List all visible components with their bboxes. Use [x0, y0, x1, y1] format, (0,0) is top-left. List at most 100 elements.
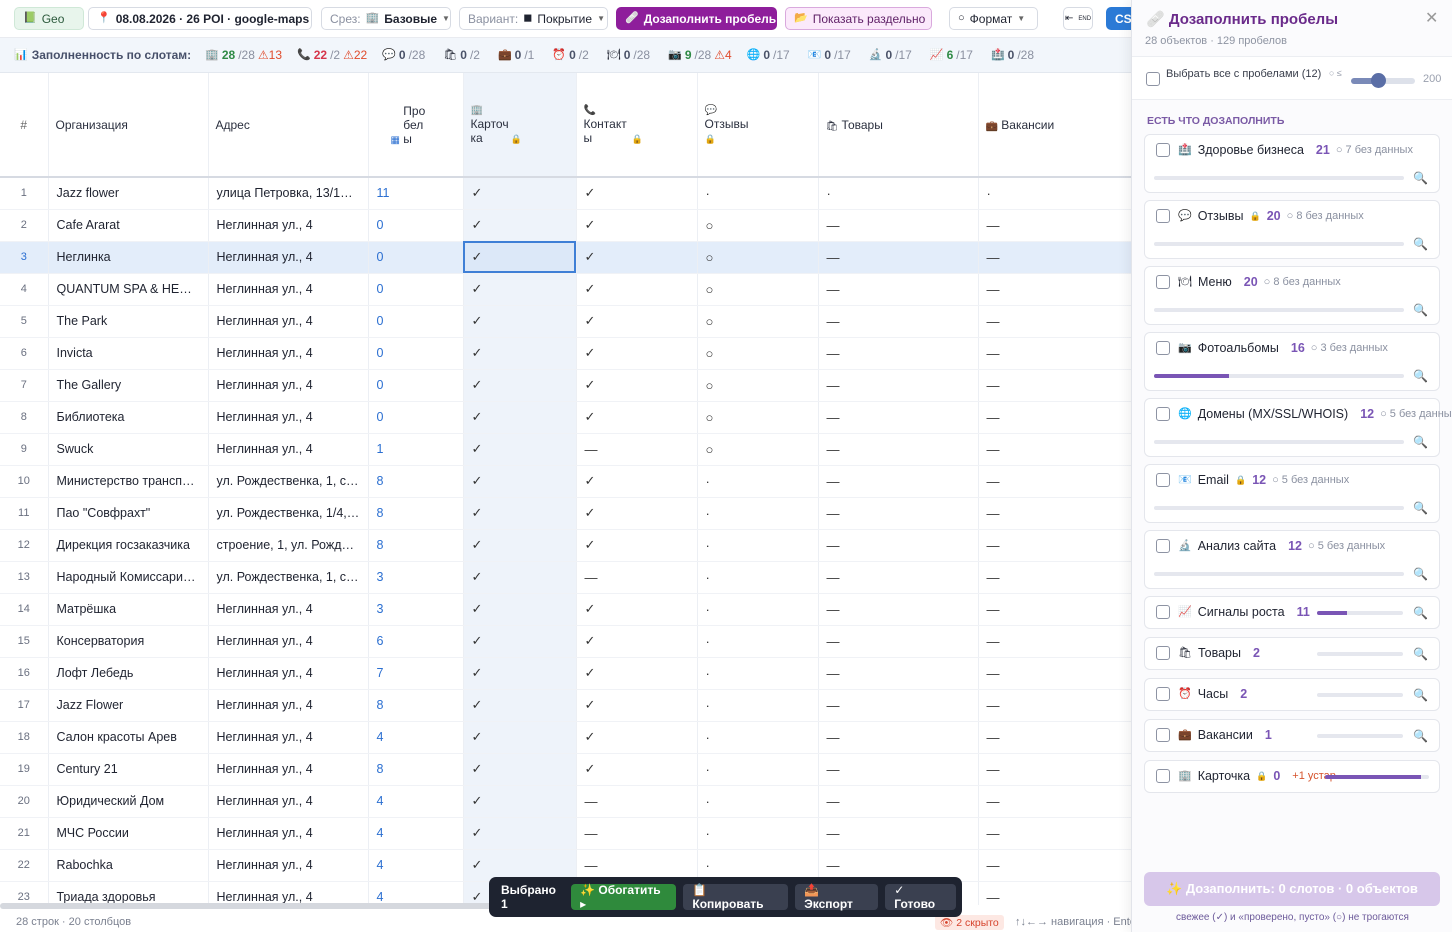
search-icon[interactable]: 🔍	[1413, 237, 1428, 251]
cell-org-name[interactable]: Swuck	[48, 433, 209, 466]
cell-jobs-status[interactable]: —	[978, 369, 1131, 402]
cell-reviews-status[interactable]: ○	[697, 369, 819, 402]
cell-reviews-status[interactable]: ○	[697, 241, 819, 274]
cell-card-status[interactable]: ✓	[463, 433, 577, 466]
cell-jobs-status[interactable]: —	[978, 625, 1131, 658]
cell-org-name[interactable]: Century 21	[48, 753, 209, 786]
search-icon[interactable]: 🔍	[1413, 647, 1428, 661]
cell-address[interactable]: Неглинная ул., 4	[208, 433, 369, 466]
cell-address[interactable]: Неглинная ул., 4	[208, 849, 369, 882]
table-row[interactable]: 5 The Park Неглинная ул., 4 0 ✓ ✓ ○ — —	[0, 305, 1131, 338]
slot-card[interactable]: 🌐 Домены (MX/SSL/WHOIS) 12 ○ 5 без данны…	[1144, 398, 1452, 457]
cell-row-num[interactable]: 1	[0, 177, 49, 210]
cell-contacts-status[interactable]: —	[576, 785, 698, 818]
cell-contacts-status[interactable]: ✓	[576, 337, 698, 370]
close-icon[interactable]: ✕	[1425, 8, 1438, 28]
col-header-reviews[interactable]: 💬 Отзывы 🔒	[697, 73, 819, 178]
col-header-addr[interactable]: Адрес	[208, 73, 369, 178]
col-header-card[interactable]: 🏢 Карточ ка 🔒	[463, 73, 577, 178]
cell-org-name[interactable]: Триада здоровья	[48, 881, 209, 905]
cell-goods-status[interactable]: —	[818, 689, 979, 722]
cell-org-name[interactable]: Матрёшка	[48, 593, 209, 626]
cell-org-name[interactable]: Лофт Лебедь	[48, 657, 209, 690]
table-row[interactable]: 7 The Gallery Неглинная ул., 4 0 ✓ ✓ ○ — —	[0, 369, 1131, 402]
cell-contacts-status[interactable]: ✓	[576, 593, 698, 626]
cell-jobs-status[interactable]: —	[978, 401, 1131, 434]
cell-gaps-count[interactable]: 4	[368, 849, 464, 882]
slot-card[interactable]: 🔬 Анализ сайта 12 ○ 5 без данных 🔍	[1144, 530, 1440, 589]
cell-gaps-count[interactable]: 0	[368, 241, 464, 274]
cell-contacts-status[interactable]: ✓	[576, 465, 698, 498]
cell-goods-status[interactable]: —	[818, 241, 979, 274]
cell-gaps-count[interactable]: 11	[368, 177, 464, 210]
cell-reviews-status[interactable]: ·	[697, 721, 819, 754]
search-icon[interactable]: 🔍	[1413, 729, 1428, 743]
cell-address[interactable]: Неглинная ул., 4	[208, 305, 369, 338]
cell-goods-status[interactable]: —	[818, 401, 979, 434]
cell-reviews-status[interactable]: ·	[697, 657, 819, 690]
cell-card-status[interactable]: ✓	[463, 785, 577, 818]
done-button[interactable]: ✓ Готово	[885, 883, 956, 911]
cell-row-num[interactable]: 21	[0, 817, 49, 850]
cell-reviews-status[interactable]: ·	[697, 497, 819, 530]
cell-contacts-status[interactable]: ✓	[576, 401, 698, 434]
col-header-gaps[interactable]: ▦ Про бел ы	[368, 73, 464, 178]
cell-goods-status[interactable]: —	[818, 529, 979, 562]
cell-row-num[interactable]: 11	[0, 497, 49, 530]
cell-row-num[interactable]: 10	[0, 465, 49, 498]
cell-goods-status[interactable]: —	[818, 273, 979, 306]
cell-goods-status[interactable]: —	[818, 721, 979, 754]
cell-card-status[interactable]: ✓	[463, 465, 577, 498]
cell-address[interactable]: Неглинная ул., 4	[208, 273, 369, 306]
cell-card-status[interactable]: ✓	[463, 561, 577, 594]
slot-card[interactable]: 📷 Фотоальбомы 16 ○ 3 без данных 🔍	[1144, 332, 1440, 391]
cell-address[interactable]: Неглинная ул., 4	[208, 657, 369, 690]
cell-row-num[interactable]: 4	[0, 273, 49, 306]
slot-checkbox[interactable]	[1156, 769, 1170, 783]
search-icon[interactable]: 🔍	[1413, 303, 1428, 317]
table-row[interactable]: 3 Неглинка Неглинная ул., 4 0 ✓ ✓ ○ — —	[0, 241, 1131, 274]
cell-jobs-status[interactable]: —	[978, 881, 1131, 905]
cell-address[interactable]: Неглинная ул., 4	[208, 817, 369, 850]
fill-gaps-button[interactable]: 🩹 Дозаполнить пробелы	[616, 7, 777, 30]
cell-jobs-status[interactable]: —	[978, 817, 1131, 850]
cell-card-status[interactable]: ✓	[463, 753, 577, 786]
search-icon[interactable]: 🔍	[1413, 435, 1428, 449]
cell-gaps-count[interactable]: 4	[368, 721, 464, 754]
cell-reviews-status[interactable]: ·	[697, 785, 819, 818]
cell-jobs-status[interactable]: —	[978, 593, 1131, 626]
cell-org-name[interactable]: Неглинка	[48, 241, 209, 274]
cell-address[interactable]: Неглинная ул., 4	[208, 401, 369, 434]
col-header-org[interactable]: Организация	[48, 73, 209, 178]
cell-gaps-count[interactable]: 8	[368, 689, 464, 722]
cell-address[interactable]: ул. Рождественка, 1, стр.1, М	[208, 465, 369, 498]
cell-org-name[interactable]: Пао "Совфрахт"	[48, 497, 209, 530]
cell-reviews-status[interactable]: ·	[697, 625, 819, 658]
cell-jobs-status[interactable]: —	[978, 849, 1131, 882]
cell-address[interactable]: Неглинная ул., 4	[208, 369, 369, 402]
cell-card-status[interactable]: ✓	[463, 721, 577, 754]
cell-reviews-status[interactable]: ○	[697, 273, 819, 306]
cell-gaps-count[interactable]: 8	[368, 465, 464, 498]
cell-goods-status[interactable]: —	[818, 209, 979, 242]
table-row[interactable]: 12 Дирекция госзаказчика строение, 1, ул. …	[0, 529, 1131, 562]
cell-jobs-status[interactable]: —	[978, 241, 1131, 274]
cell-row-num[interactable]: 3	[0, 241, 49, 274]
slot-checkbox[interactable]	[1156, 341, 1170, 355]
cell-address[interactable]: Неглинная ул., 4	[208, 753, 369, 786]
cell-contacts-status[interactable]: —	[576, 817, 698, 850]
slot-checkbox[interactable]	[1156, 539, 1170, 553]
slot-checkbox[interactable]	[1156, 728, 1170, 742]
cell-contacts-status[interactable]: —	[576, 561, 698, 594]
cell-contacts-status[interactable]: ✓	[576, 529, 698, 562]
cell-gaps-count[interactable]: 8	[368, 497, 464, 530]
cell-contacts-status[interactable]: ✓	[576, 657, 698, 690]
cell-address[interactable]: Неглинная ул., 4	[208, 337, 369, 370]
cell-contacts-status[interactable]: ✓	[576, 177, 698, 210]
cell-gaps-count[interactable]: 3	[368, 593, 464, 626]
cell-org-name[interactable]: Cafe Ararat	[48, 209, 209, 242]
cell-address[interactable]: Неглинная ул., 4	[208, 241, 369, 274]
cell-row-num[interactable]: 14	[0, 593, 49, 626]
geo-pill[interactable]: 📗 Geo	[14, 7, 84, 30]
variant-select[interactable]: Вариант: ◼ Покрытие ▼	[459, 7, 608, 30]
